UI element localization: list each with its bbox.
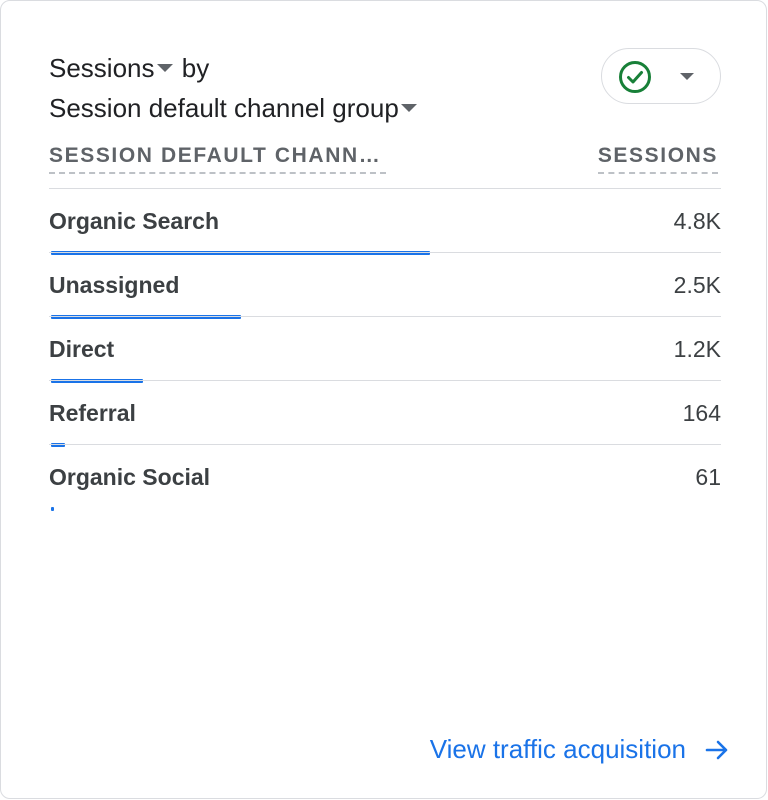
channel-label: Referral	[49, 400, 136, 426]
table-row: Organic Search 4.8K	[49, 189, 721, 255]
footer-link-label: View traffic acquisition	[429, 734, 686, 764]
sessions-bar	[51, 507, 54, 511]
data-quality-status-button[interactable]	[601, 48, 721, 104]
check-circle-icon	[618, 60, 652, 99]
sessions-by-channel-card: Sessions by Session default channel grou…	[0, 0, 767, 799]
channel-table: Organic Search 4.8K Unassigned 2.5K Dire…	[49, 189, 721, 511]
dimension-label: Session default channel group	[49, 93, 399, 123]
sessions-value: 164	[682, 400, 721, 426]
channel-label: Organic Search	[49, 208, 220, 234]
chevron-down-icon	[680, 73, 694, 80]
metric-dropdown-arrow-icon	[156, 64, 173, 73]
dimension-column-header[interactable]: SESSION DEFAULT CHANN…	[49, 144, 386, 174]
table-row: Unassigned 2.5K	[49, 253, 721, 319]
sessions-value: 1.2K	[673, 336, 721, 362]
metric-column-header[interactable]: SESSIONS	[597, 144, 718, 174]
card-title-metric-line: Sessions by	[49, 53, 209, 84]
metric-selector[interactable]: Sessions	[49, 53, 182, 83]
table-row: Organic Social 61	[49, 445, 721, 511]
dimension-selector[interactable]: Session default channel group	[49, 93, 419, 124]
sessions-value: 4.8K	[673, 208, 721, 234]
sessions-value: 2.5K	[673, 272, 721, 298]
by-text: by	[181, 53, 210, 83]
sessions-value: 61	[695, 464, 721, 490]
table-row: Direct 1.2K	[49, 317, 721, 383]
dimension-dropdown-arrow-icon	[400, 104, 417, 113]
arrow-right-icon	[705, 740, 728, 759]
channel-label: Organic Social	[49, 464, 211, 490]
channel-label: Unassigned	[49, 272, 180, 298]
view-traffic-acquisition-link[interactable]: View traffic acquisition	[430, 734, 730, 765]
channel-label: Direct	[49, 336, 115, 362]
table-row: Referral 164	[49, 381, 721, 447]
metric-label: Sessions	[49, 53, 155, 83]
